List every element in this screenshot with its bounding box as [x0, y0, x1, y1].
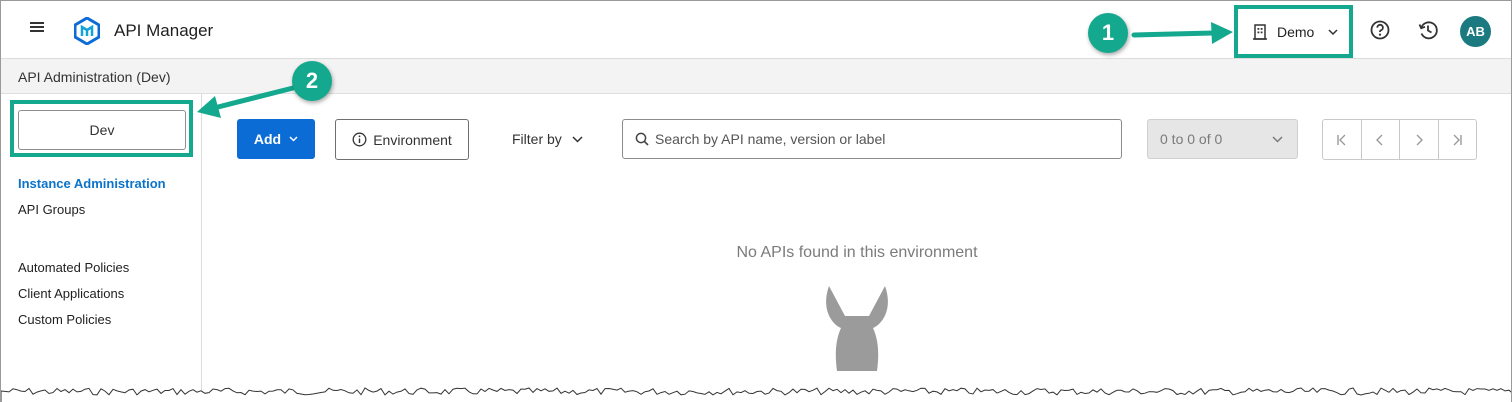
app-window: API Manager Demo AB API Administration (…: [0, 0, 1512, 402]
annotation-badge-2: 2: [292, 61, 332, 101]
annotation-arrows: [197, 22, 1233, 118]
torn-paper-edge: [1, 387, 1511, 402]
annotation-badge-1: 1: [1088, 13, 1128, 53]
